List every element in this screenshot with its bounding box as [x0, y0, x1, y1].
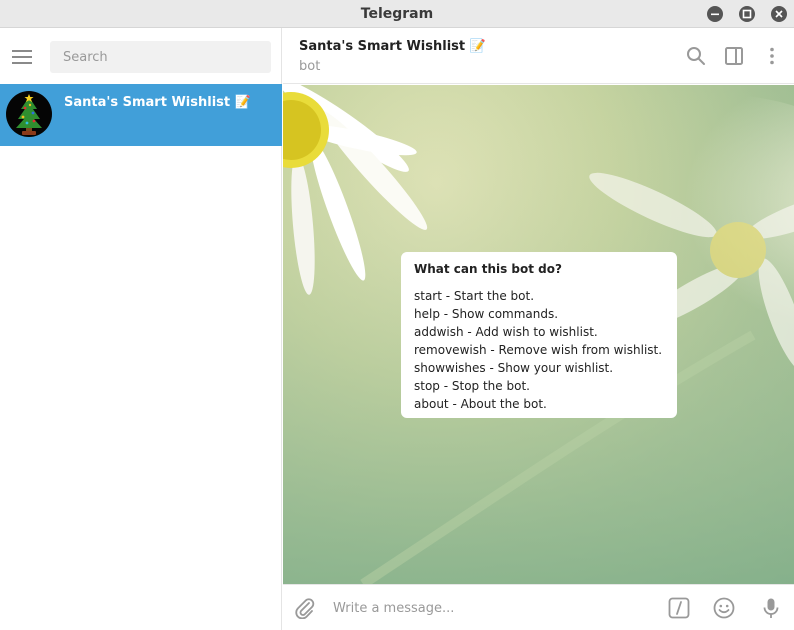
message-input[interactable] — [333, 597, 653, 619]
sidebar: Santa's Smart Wishlist 📝 — [0, 28, 282, 630]
bot-command-line: start - Start the bot. — [414, 289, 535, 303]
hamburger-icon[interactable] — [12, 50, 34, 66]
slash-command-icon[interactable] — [668, 597, 690, 619]
bot-command-line: addwish - Add wish to wishlist. — [414, 325, 598, 339]
bot-info-card: What can this bot do? start - Start the … — [401, 252, 677, 418]
search-icon[interactable] — [686, 46, 706, 66]
minimize-icon — [711, 13, 719, 16]
chat-name: Santa's Smart Wishlist 📝 — [64, 95, 251, 110]
message-composer — [283, 584, 794, 630]
bot-command-line: help - Show commands. — [414, 307, 559, 321]
sidebar-toggle-icon[interactable] — [724, 46, 744, 66]
minimize-button[interactable] — [707, 6, 723, 22]
christmas-tree-icon — [16, 94, 42, 135]
window-title: Telegram — [360, 6, 434, 22]
close-icon — [775, 10, 783, 18]
chat-header: Santa's Smart Wishlist 📝 bot — [283, 28, 794, 84]
emoji-icon[interactable] — [713, 597, 735, 619]
maximize-icon — [742, 9, 752, 19]
more-vertical-icon[interactable] — [762, 46, 782, 66]
chat-subtitle: bot — [299, 59, 321, 74]
bot-command-line: showwishes - Show your wishlist. — [414, 361, 614, 375]
chat-title[interactable]: Santa's Smart Wishlist 📝 — [299, 39, 486, 54]
close-button[interactable] — [771, 6, 787, 22]
chat-list-item[interactable]: Santa's Smart Wishlist 📝 — [0, 84, 282, 146]
maximize-button[interactable] — [739, 6, 755, 22]
bot-command-line: about - About the bot. — [414, 397, 547, 411]
title-bar: Telegram — [0, 0, 794, 28]
bot-command-line: removewish - Remove wish from wishlist. — [414, 343, 663, 357]
chat-background: What can this bot do? start - Start the … — [283, 85, 794, 584]
search-input[interactable] — [50, 41, 271, 73]
microphone-icon[interactable] — [760, 597, 782, 619]
bot-command-line: stop - Stop the bot. — [414, 379, 530, 393]
avatar — [6, 91, 52, 137]
bot-info-heading: What can this bot do? — [414, 262, 562, 276]
paperclip-icon[interactable] — [294, 597, 316, 620]
